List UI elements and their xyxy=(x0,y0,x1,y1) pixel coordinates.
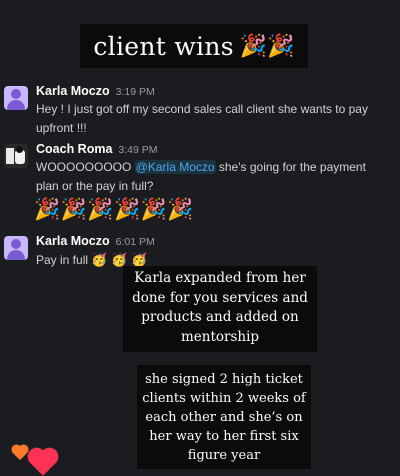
timestamp[interactable]: 3:49 PM xyxy=(118,144,157,156)
party-popper-icon: 🎉🎉 xyxy=(239,33,295,58)
author-name[interactable]: Coach Roma 3:49 PM xyxy=(36,142,158,156)
partying-face-icon: 🥳 🥳 🥳 xyxy=(91,252,148,267)
party-popper-icon: 🎉🎉🎉🎉🎉🎉 xyxy=(34,198,194,221)
user-mention[interactable]: @Karla Moczo xyxy=(134,160,216,174)
orange-heart-icon xyxy=(12,445,28,461)
hearts-sticker xyxy=(12,440,62,476)
title-banner: client wins 🎉🎉 xyxy=(80,24,308,68)
title-text: client wins xyxy=(93,31,234,61)
avatar[interactable] xyxy=(4,86,28,110)
avatar[interactable] xyxy=(4,236,28,260)
author-name[interactable]: Karla Moczo 6:01 PM xyxy=(36,234,155,248)
message-text: Hey ! I just got off my second sales cal… xyxy=(36,102,368,135)
caption-expansion: Karla expanded from her done for you ser… xyxy=(123,266,317,352)
red-heart-icon xyxy=(30,450,56,476)
author-name[interactable]: Karla Moczo 3:19 PM xyxy=(36,84,155,98)
avatar[interactable] xyxy=(4,144,28,168)
message-text: WOOOOOOOOO @Karla Moczo she's going for … xyxy=(36,160,366,193)
timestamp[interactable]: 6:01 PM xyxy=(116,236,155,248)
caption-high-ticket: she signed 2 high ticket clients within … xyxy=(137,365,311,469)
timestamp[interactable]: 3:19 PM xyxy=(116,86,155,98)
